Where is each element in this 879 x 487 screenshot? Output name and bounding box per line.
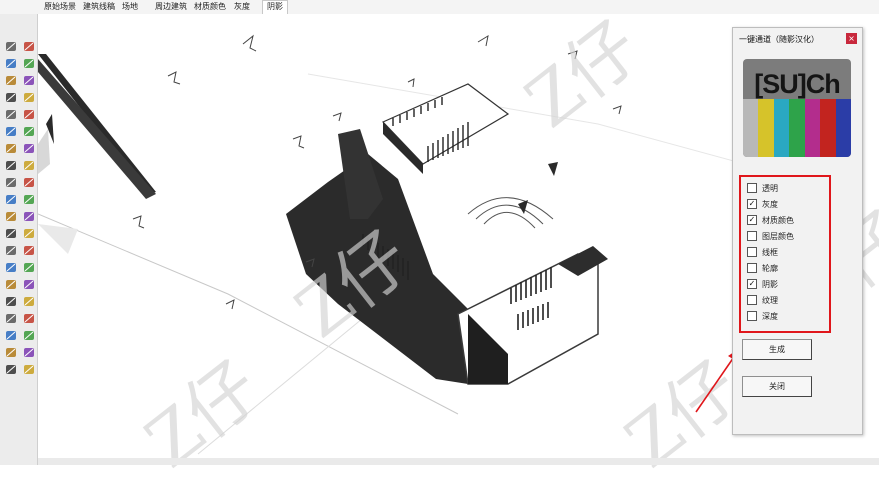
paint-bucket-icon[interactable] xyxy=(4,57,18,70)
rubber-icon[interactable] xyxy=(22,57,36,70)
tape-measure-icon[interactable] xyxy=(4,210,18,223)
option-label: 图层颜色 xyxy=(762,232,794,241)
option-label: 轮廓 xyxy=(762,264,778,273)
plugin-logo: [SU]Ch xyxy=(743,59,851,157)
option-checkbox-row[interactable]: 纹理 xyxy=(747,294,778,307)
follow-me-icon[interactable] xyxy=(22,176,36,189)
zoom-window-icon[interactable] xyxy=(22,278,36,291)
rectangle-icon[interactable] xyxy=(4,91,18,104)
logo-color-bar xyxy=(804,99,821,157)
checkbox-unchecked[interactable] xyxy=(747,230,757,241)
previous-view-icon[interactable] xyxy=(22,295,36,308)
checkbox-unchecked[interactable] xyxy=(747,294,757,305)
logo-color-bar xyxy=(773,99,790,157)
rotated-rectangle-icon[interactable] xyxy=(22,91,36,104)
logo-color-bar xyxy=(743,99,759,157)
line-pencil-icon[interactable] xyxy=(4,74,18,87)
3d-text-icon[interactable] xyxy=(22,244,36,257)
option-checkbox-row[interactable]: ✓ 灰度 xyxy=(747,198,778,211)
scene-tab-shadow[interactable]: 阴影 xyxy=(262,0,288,14)
option-label: 透明 xyxy=(762,184,778,193)
checkbox-unchecked[interactable] xyxy=(747,182,757,193)
dialog-title: 一键通道（随影汉化） xyxy=(739,35,819,44)
checkbox-checked[interactable]: ✓ xyxy=(747,214,757,225)
text-icon[interactable] xyxy=(22,227,36,240)
scene-tab-site[interactable]: 场地 xyxy=(122,1,138,12)
logo-color-bar xyxy=(758,99,774,157)
pan-icon[interactable] xyxy=(22,261,36,274)
option-checkbox-row[interactable]: 深度 xyxy=(747,310,778,323)
option-checkbox-row[interactable]: 透明 xyxy=(747,182,778,195)
logo-color-bar xyxy=(789,99,805,157)
tool-palette xyxy=(0,14,38,465)
scene-tab-original[interactable]: 原始场景 xyxy=(44,1,76,12)
push-pull-icon[interactable] xyxy=(22,159,36,172)
layout-icon[interactable] xyxy=(4,363,18,376)
rotate-icon[interactable] xyxy=(4,176,18,189)
generate-button[interactable]: 生成 xyxy=(742,339,812,360)
option-checkbox-row[interactable]: 图层颜色 xyxy=(747,230,794,243)
extension-warehouse-icon[interactable] xyxy=(22,346,36,359)
freehand-icon[interactable] xyxy=(22,74,36,87)
status-bar xyxy=(38,458,879,465)
position-camera-icon[interactable] xyxy=(4,312,18,325)
select-arrow-icon[interactable] xyxy=(4,40,18,53)
option-label: 材质颜色 xyxy=(762,216,794,225)
circle-icon[interactable] xyxy=(4,108,18,121)
close-icon[interactable]: × xyxy=(846,33,857,44)
pie-arc-icon[interactable] xyxy=(4,142,18,155)
eraser-icon[interactable] xyxy=(22,40,36,53)
checkbox-checked[interactable]: ✓ xyxy=(747,198,757,209)
logo-color-bars xyxy=(743,99,851,157)
zoom-extents-icon[interactable] xyxy=(4,295,18,308)
close-button[interactable]: 关闭 xyxy=(742,376,812,397)
logo-text: [SU]Ch xyxy=(754,69,840,99)
option-label: 纹理 xyxy=(762,296,778,305)
polygon-icon[interactable] xyxy=(22,108,36,121)
move-icon[interactable] xyxy=(4,159,18,172)
dimension-icon[interactable] xyxy=(22,210,36,223)
axes-icon[interactable] xyxy=(4,244,18,257)
zoom-icon[interactable] xyxy=(4,278,18,291)
scene-tab-building-lines[interactable]: 建筑线稿 xyxy=(83,1,115,12)
walk-icon[interactable] xyxy=(4,329,18,342)
option-checkbox-row[interactable]: ✓ 阴影 xyxy=(747,278,778,291)
scene-tab-material-color[interactable]: 材质颜色 xyxy=(194,1,226,12)
option-checkbox-row[interactable]: 线框 xyxy=(747,246,778,259)
section-plane-icon[interactable] xyxy=(22,329,36,342)
three-point-arc-icon[interactable] xyxy=(22,142,36,155)
ruby-icon[interactable] xyxy=(22,363,36,376)
logo-color-bar xyxy=(820,99,836,157)
scene-tab-bar: 原始场景 建筑线稿 场地 周边建筑 材质颜色 灰度 阴影 xyxy=(0,0,879,15)
checkbox-checked[interactable]: ✓ xyxy=(747,278,757,289)
checkbox-unchecked[interactable] xyxy=(747,246,757,257)
scale-icon[interactable] xyxy=(4,193,18,206)
protractor-icon[interactable] xyxy=(4,227,18,240)
options-group: 透明 ✓ 灰度 ✓ 材质颜色图层颜色线框轮廓 ✓ 阴影纹理深度 xyxy=(739,175,831,333)
checkbox-unchecked[interactable] xyxy=(747,262,757,273)
scene-tab-grayscale[interactable]: 灰度 xyxy=(234,1,250,12)
scene-tab-surrounding[interactable]: 周边建筑 xyxy=(155,1,187,12)
checkbox-unchecked[interactable] xyxy=(747,310,757,321)
option-label: 灰度 xyxy=(762,200,778,209)
option-checkbox-row[interactable]: ✓ 材质颜色 xyxy=(747,214,794,227)
plugin-dialog: 一键通道（随影汉化） × [SU]Ch 透明 ✓ 灰度 ✓ 材质颜色图层颜色线框轮廓 ✓ 阴… xyxy=(732,27,863,435)
offset-icon[interactable] xyxy=(22,193,36,206)
orbit-icon[interactable] xyxy=(4,261,18,274)
logo-color-bar xyxy=(835,99,851,157)
look-around-icon[interactable] xyxy=(22,312,36,325)
arc-icon[interactable] xyxy=(4,125,18,138)
warehouse-icon[interactable] xyxy=(4,346,18,359)
option-label: 阴影 xyxy=(762,280,778,289)
option-checkbox-row[interactable]: 轮廓 xyxy=(747,262,778,275)
two-point-arc-icon[interactable] xyxy=(22,125,36,138)
option-label: 深度 xyxy=(762,312,778,321)
option-label: 线框 xyxy=(762,248,778,257)
